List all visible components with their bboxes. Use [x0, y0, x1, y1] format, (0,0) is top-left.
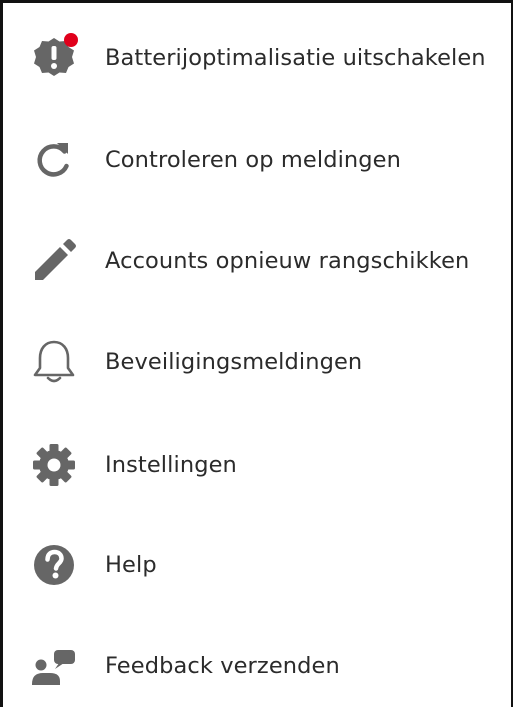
- bell-icon: [26, 334, 82, 390]
- menu-item-settings[interactable]: Instellingen: [3, 415, 511, 515]
- menu-item-reorder-accounts[interactable]: Accounts opnieuw rangschikken: [3, 211, 511, 311]
- feedback-icon: [26, 638, 82, 694]
- menu-item-battery-optimization[interactable]: Batterijoptimalisatie uitschakelen: [3, 8, 511, 108]
- menu-item-security-alerts[interactable]: Beveiligingsmeldingen: [3, 312, 511, 412]
- menu-item-label: Batterijoptimalisatie uitschakelen: [105, 45, 486, 71]
- refresh-icon: [26, 132, 82, 188]
- menu-item-label: Feedback verzenden: [105, 653, 340, 679]
- menu-item-label: Instellingen: [105, 452, 237, 478]
- battery-warning-badge-icon: [26, 30, 82, 86]
- menu-panel: Batterijoptimalisatie uitschakelen Contr…: [0, 0, 513, 707]
- notification-dot: [64, 33, 78, 47]
- menu-item-send-feedback[interactable]: Feedback verzenden: [3, 616, 511, 716]
- menu-item-label: Controleren op meldingen: [105, 147, 401, 173]
- menu-item-label: Beveiligingsmeldingen: [105, 349, 363, 375]
- help-circle-icon: [26, 537, 82, 593]
- menu-item-label: Accounts opnieuw rangschikken: [105, 248, 470, 274]
- pencil-icon: [26, 233, 82, 289]
- menu-item-label: Help: [105, 552, 157, 578]
- menu-item-help[interactable]: Help: [3, 515, 511, 615]
- gear-icon: [26, 437, 82, 493]
- menu-item-check-notifications[interactable]: Controleren op meldingen: [3, 110, 511, 210]
